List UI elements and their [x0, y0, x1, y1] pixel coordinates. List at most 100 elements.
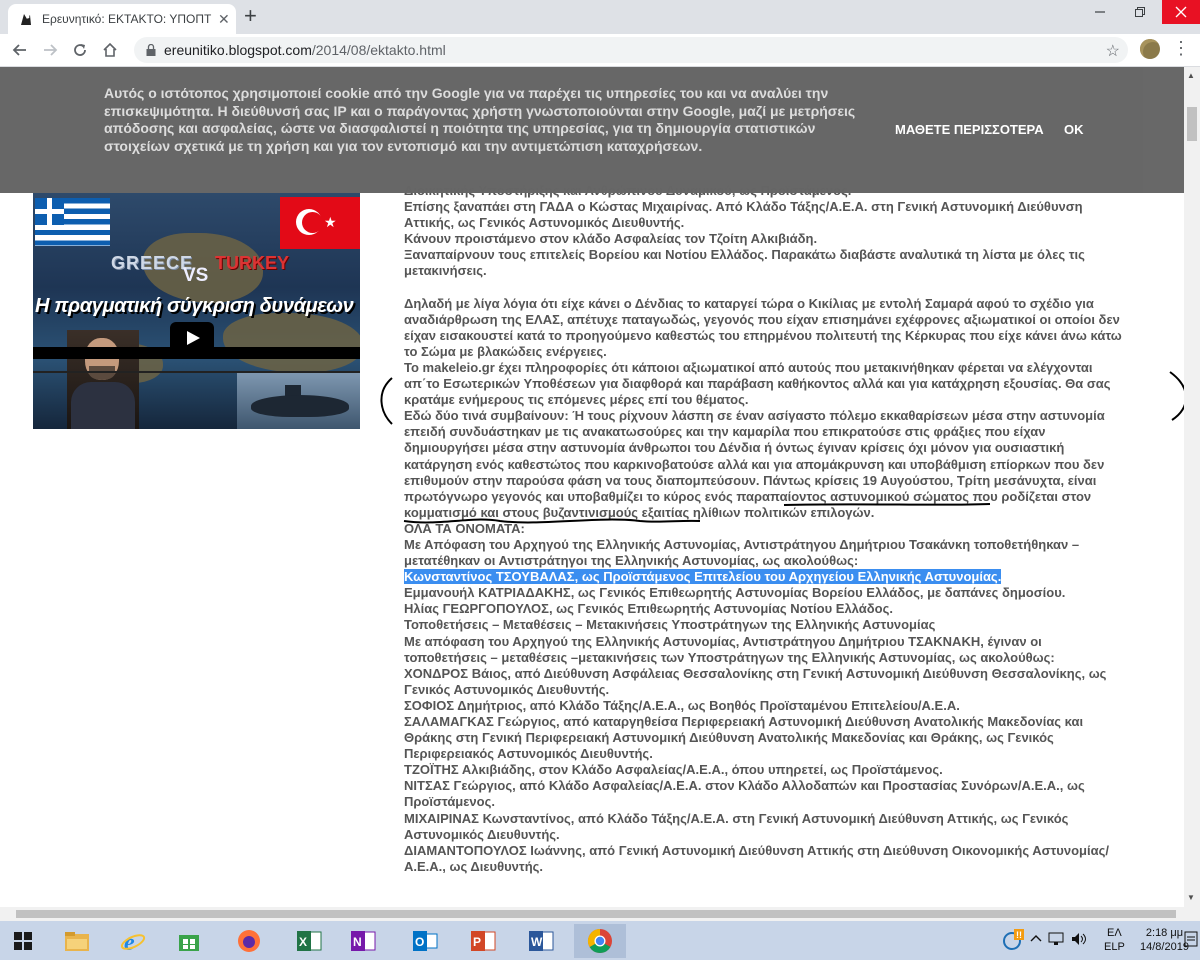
scroll-up-icon[interactable]: ▲	[1187, 71, 1195, 80]
language-code: ΕΛ	[1107, 927, 1122, 939]
home-button[interactable]	[98, 38, 122, 62]
article-line: Εδώ δύο τινά συμβαίνουν: Ή τους ρίχνουν …	[404, 408, 1105, 424]
site-favicon-icon	[18, 11, 34, 27]
cookie-banner: Αυτός ο ιστότοπος χρησιμοποιεί cookie απ…	[0, 67, 1184, 193]
file-explorer-icon[interactable]	[54, 924, 100, 958]
article-line: ΧΟΝΔΡΟΣ Βάιος, από Διεύθυνση Ασφάλειας Θ…	[404, 665, 1107, 681]
article-line: πρωτόγνωρο γεγονός και υποβαθμίζει το κύ…	[404, 488, 1092, 504]
video-title: Η πραγματική σύγκριση δυνάμεων	[35, 295, 354, 317]
article-line: δημιουργήσει μέσα στην αστυνομία άνθρωπο…	[404, 440, 1065, 456]
svg-text:P: P	[473, 935, 481, 949]
svg-text:O: O	[415, 935, 424, 949]
profile-avatar[interactable]	[1140, 39, 1160, 59]
internet-explorer-icon[interactable]: e	[110, 924, 156, 958]
article-line: Ηλίας ΓΕΩΡΓΟΠΟΥΛΟΣ, ως Γενικός Επιθεωρητ…	[404, 601, 893, 617]
outlook-icon[interactable]: O	[402, 924, 448, 958]
clock-time: 2:18 μμ	[1145, 927, 1184, 939]
video-vs-label: VS	[183, 265, 209, 286]
article-line: Τοποθετήσεις – Μεταθέσεις – Μετακινήσεις…	[404, 617, 936, 633]
onenote-icon[interactable]: N	[340, 924, 386, 958]
scroll-down-icon[interactable]: ▼	[1187, 893, 1195, 902]
tab-close-icon[interactable]: ✕	[218, 11, 230, 28]
ok-button[interactable]: OK	[1064, 122, 1084, 137]
web-page: ★ GREECE VS TURKEY Η πραγματική σύγκριση…	[0, 67, 1184, 907]
url-path: /2014/08/ektakto.html	[311, 42, 446, 58]
greek-flag	[35, 198, 110, 246]
notification-warning-icon[interactable]: !!	[1002, 929, 1024, 954]
article-line: Θράκης στη Γενική Περιφερειακή Αστυνομικ…	[404, 730, 1054, 746]
word-icon[interactable]: W	[518, 924, 564, 958]
new-tab-button[interactable]: +	[244, 5, 257, 27]
video-bar	[33, 347, 360, 359]
article-line: Γενικός Αστυνομικός Διευθυντής.	[404, 681, 610, 697]
svg-text:X: X	[299, 935, 307, 949]
article-line: Προϊστάμενος.	[404, 794, 495, 810]
tray-chevron-icon[interactable]	[1030, 933, 1042, 946]
article-line: το Σώμα με βλακώδεις ενέργειες.	[404, 343, 607, 359]
turkish-flag: ★	[280, 197, 360, 249]
store-icon[interactable]	[166, 924, 212, 958]
back-button[interactable]	[8, 38, 32, 62]
article-line: ΝΙΤΣΑΣ Γεώργιος, από Κλάδο Ασφαλείας/Α.Ε…	[404, 778, 1085, 794]
minimize-button[interactable]	[1080, 0, 1120, 24]
reload-button[interactable]	[68, 38, 92, 62]
submarine-image	[237, 373, 360, 429]
firefox-icon[interactable]	[226, 924, 272, 958]
svg-text:e: e	[124, 930, 135, 954]
tab-strip: Ερευνητικό: ΕΚΤΑΚΤΟ: ΥΠΟΠΤΕΣ ✕ +	[0, 0, 1200, 34]
article-line: ΟΛΑ ΤΑ ΟΝΟΜΑΤΑ:	[404, 520, 525, 536]
chrome-icon[interactable]	[574, 924, 626, 958]
video-turkey-label: TURKEY	[215, 253, 290, 273]
article-line: Αττικής, ως Γενικός Αστυνομικός Διευθυντ…	[404, 215, 685, 231]
system-clock[interactable]: 2:18 μμ 14/8/2019	[1140, 926, 1189, 954]
article-line: Το makeleio.gr έχει πληροφορίες ότι κάπο…	[404, 359, 1093, 375]
article-body: Διοικητικής Υποστήριξης και Ανθρώπινου Δ…	[404, 183, 1180, 875]
restore-button[interactable]	[1120, 0, 1160, 24]
article-line: Δηλαδή με λίγα λόγια ότι είχε κάνει ο Δέ…	[404, 295, 1094, 311]
hscroll-thumb[interactable]	[16, 910, 1176, 918]
vertical-scrollbar[interactable]: ▲ ▼	[1184, 67, 1200, 907]
article-line: είχαν εισακουστεί κατά το προηγούμενο κα…	[404, 327, 1122, 343]
article-line	[404, 280, 1180, 296]
svg-text:N: N	[353, 935, 362, 949]
volume-icon[interactable]	[1070, 931, 1088, 950]
article-line: ΣΟΦΙΟΣ Δημήτριος, από Κλάδο Τάξης/Α.Ε.Α.…	[404, 697, 960, 713]
scroll-thumb[interactable]	[1187, 107, 1197, 141]
close-window-button[interactable]	[1162, 0, 1200, 24]
article-line: Με απόφαση του Αρχηγού της Ελληνικής Αστ…	[404, 633, 1042, 649]
start-windows-icon[interactable]	[0, 924, 46, 958]
action-center-icon[interactable]	[1184, 929, 1198, 952]
tab-title: Ερευνητικό: ΕΚΤΑΚΤΟ: ΥΠΟΠΤΕΣ	[42, 12, 212, 26]
article-line: ΤΖΟΪΤΗΣ Αλκιβιάδης, στον Κλάδο Ασφαλείας…	[404, 762, 943, 778]
excel-icon[interactable]: X	[286, 924, 332, 958]
video-greece-label: GREECE	[111, 253, 194, 273]
article-line: Με Απόφαση του Αρχηγού της Ελληνικής Αστ…	[404, 536, 1080, 552]
article-line: τοποθετήσεις – μεταθέσεις –μετακινήσεις …	[404, 649, 1055, 665]
article-line: Περιφερειακός Αστυνομικός Διευθυντής.	[404, 746, 653, 762]
address-bar[interactable]: ereunitiko.blogspot.com/2014/08/ektakto.…	[134, 37, 1128, 63]
horizontal-scrollbar[interactable]	[0, 907, 1200, 921]
bookmark-star-icon[interactable]: ☆	[1106, 41, 1120, 61]
svg-text:!!: !!	[1016, 930, 1022, 940]
article-line: αναδιάρθρωση της ΕΛΑΣ, απέτυχε παταγωδώς…	[404, 311, 1120, 327]
clock-date: 14/8/2019	[1140, 941, 1189, 953]
browser-tab[interactable]: Ερευνητικό: ΕΚΤΑΚΤΟ: ΥΠΟΠΤΕΣ ✕	[8, 4, 236, 34]
article-line: Α.Ε.Α., ως Διευθυντής.	[404, 858, 544, 874]
article-line: ΔΙΑΜΑΝΤΟΠΟΥΛΟΣ Ιωάννης, από Γενική Αστυν…	[404, 842, 1109, 858]
language-indicator[interactable]: ΕΛ ELP	[1104, 926, 1125, 954]
menu-kebab-icon[interactable]: ⋮	[1172, 38, 1190, 58]
article-line: Επίσης ξαναπάει στη ΓΑΔΑ ο Κώστας Μιχαιρ…	[404, 199, 1083, 215]
article-line: κομματισμό και στους βυζαντινισμούς εξαι…	[404, 504, 875, 520]
powerpoint-icon[interactable]: P	[460, 924, 506, 958]
article-line: μετακινήσεις.	[404, 263, 487, 279]
network-icon[interactable]	[1048, 932, 1064, 949]
selected-text[interactable]: Κωνσταντίνος ΤΣΟΥΒΑΛΑΣ, ως Προϊστάμενος …	[404, 569, 1002, 585]
browser-toolbar: ereunitiko.blogspot.com/2014/08/ektakto.…	[0, 34, 1200, 67]
cookie-text: Αυτός ο ιστότοπος χρησιμοποιεί cookie απ…	[104, 85, 856, 154]
video-thumbnail[interactable]: ★ GREECE VS TURKEY Η πραγματική σύγκριση…	[33, 193, 360, 429]
forward-button[interactable]	[38, 38, 62, 62]
learn-more-link[interactable]: ΜΑΘΕΤΕ ΠΕΡΙΣΣΟΤΕΡΑ	[895, 122, 1044, 137]
article-line: Εμμανουήλ ΚΑΤΡΙΑΔΑΚΗΣ, ως Γενικός Επιθεω…	[404, 585, 1066, 601]
windows-taskbar: e X N O P W !! ΕΛ ELP 2:18 μμ 14/8/2019	[0, 921, 1200, 960]
lock-icon	[146, 43, 156, 56]
